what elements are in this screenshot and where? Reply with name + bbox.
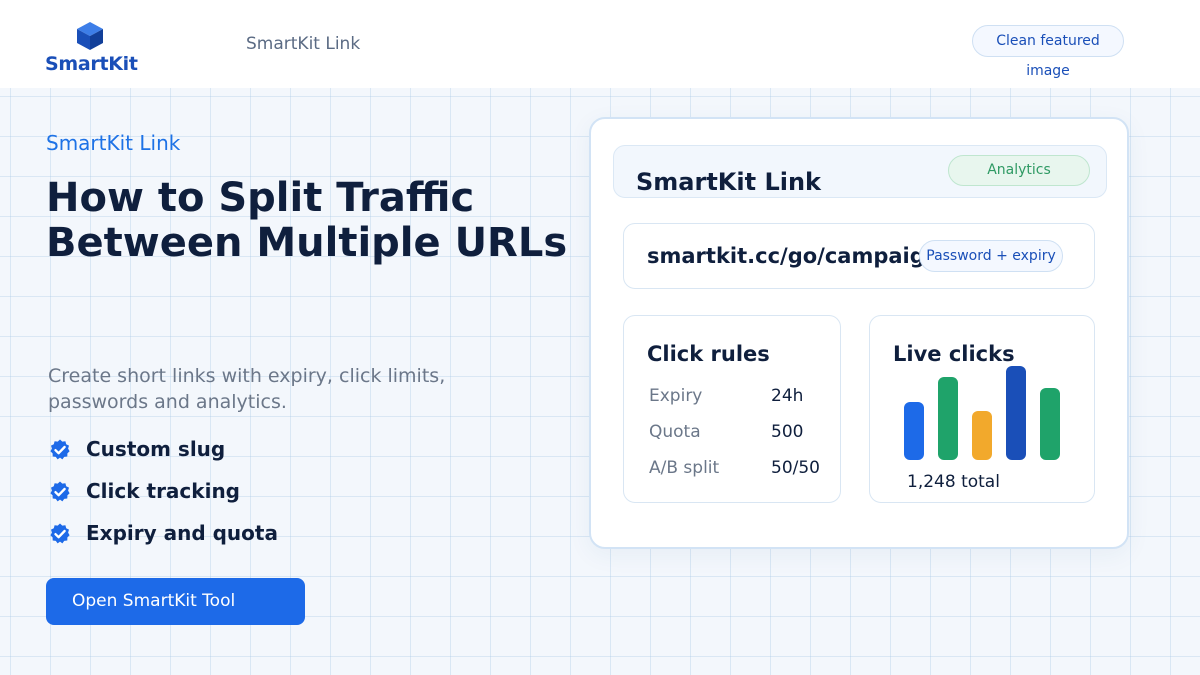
headline-line-1: How to Split Traffic [46, 175, 475, 221]
rule-key: Quota [649, 422, 701, 442]
password-expiry-badge: Password + expiry [919, 240, 1063, 272]
eyebrow-label: SmartKit Link [46, 131, 181, 155]
feature-label: Custom slug [86, 437, 226, 461]
rule-value: 500 [771, 422, 804, 442]
open-tool-button[interactable]: Open SmartKit Tool [46, 578, 305, 625]
rule-value: 50/50 [771, 458, 820, 478]
clicks-total: 1,248 total [907, 472, 1000, 492]
rule-key: Expiry [649, 386, 703, 406]
cube-icon [77, 22, 103, 50]
site-header: SmartKit SmartKit Link Clean featured im… [0, 0, 1200, 88]
logo-text: SmartKit [45, 53, 138, 75]
short-url-text[interactable]: smartkit.cc/go/campaign [647, 244, 940, 268]
check-circle-icon [50, 481, 70, 502]
rule-value: 24h [771, 386, 804, 406]
short-url-box: smartkit.cc/go/campaign Password + expir… [623, 223, 1095, 289]
brand-logo[interactable]: SmartKit [45, 20, 138, 76]
rule-row-expiry: Expiry 24h [649, 386, 829, 408]
page-subtitle: Create short links with expiry, click li… [48, 365, 446, 413]
clean-featured-image-button[interactable]: Clean featured image [972, 25, 1124, 79]
live-clicks-bar [904, 402, 924, 460]
check-circle-icon [50, 439, 70, 460]
click-rules-panel: Click rules Expiry 24h Quota 500 A/B spl… [623, 315, 841, 503]
live-clicks-bar [1006, 366, 1026, 460]
preview-card: SmartKit Link Analytics smartkit.cc/go/c… [589, 117, 1129, 549]
analytics-badge: Analytics [948, 155, 1090, 186]
rule-row-ab-split: A/B split 50/50 [649, 458, 829, 480]
nav-title[interactable]: SmartKit Link [246, 34, 360, 54]
check-circle-icon [50, 523, 70, 544]
rule-key: A/B split [649, 458, 720, 478]
feature-label: Expiry and quota [86, 521, 278, 545]
rule-row-quota: Quota 500 [649, 422, 829, 444]
live-clicks-bars [904, 364, 1074, 460]
live-clicks-title: Live clicks [893, 342, 1015, 366]
feature-label: Click tracking [86, 479, 240, 503]
live-clicks-panel: Live clicks 1,248 total [869, 315, 1095, 503]
card-header: SmartKit Link Analytics [613, 145, 1107, 198]
card-title: SmartKit Link [636, 168, 822, 196]
live-clicks-bar [972, 411, 992, 460]
headline-line-2: Between Multiple URLs [46, 220, 568, 266]
live-clicks-bar [1040, 388, 1060, 460]
click-rules-title: Click rules [647, 342, 770, 366]
page-headline: How to Split Traffic Between Multiple UR… [46, 175, 568, 266]
live-clicks-bar [938, 377, 958, 460]
